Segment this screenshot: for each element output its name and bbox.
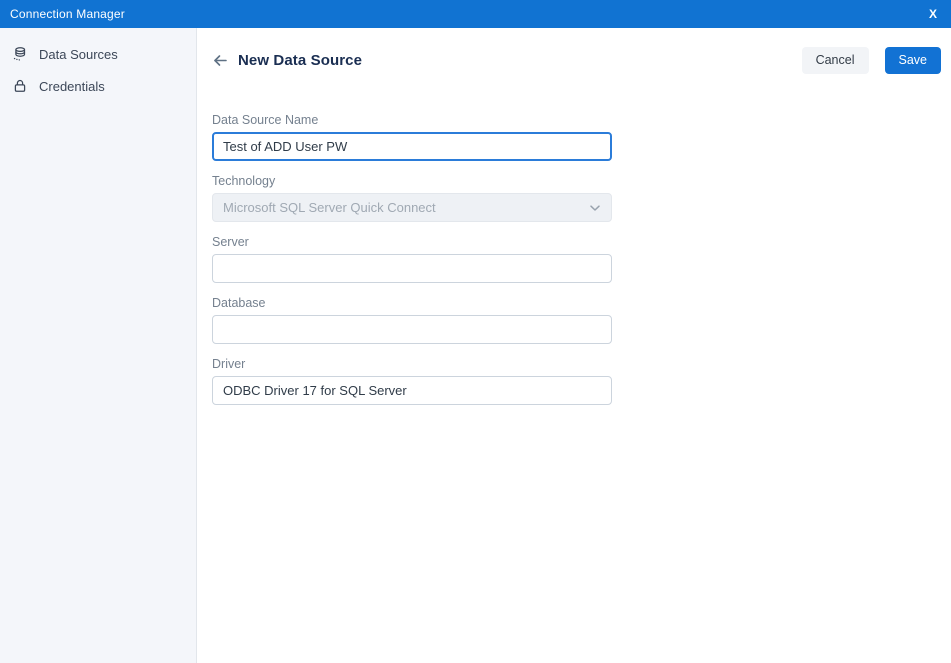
sidebar-item-label: Data Sources	[39, 47, 118, 62]
data-source-name-input[interactable]	[212, 132, 612, 161]
server-input[interactable]	[212, 254, 612, 283]
close-icon[interactable]: X	[925, 6, 941, 22]
connection-manager-window: Connection Manager X Data Sources	[0, 0, 951, 663]
field-data-source-name: Data Source Name	[212, 114, 612, 161]
database-icon	[12, 46, 28, 62]
technology-selected-value: Microsoft SQL Server Quick Connect	[223, 200, 436, 215]
window-title: Connection Manager	[10, 7, 125, 21]
sidebar-item-data-sources[interactable]: Data Sources	[0, 38, 196, 70]
server-label: Server	[212, 236, 612, 249]
lock-icon	[12, 78, 28, 94]
page-title: New Data Source	[238, 52, 362, 69]
database-label: Database	[212, 297, 612, 310]
chevron-down-icon	[589, 204, 601, 212]
driver-label: Driver	[212, 358, 612, 371]
titlebar: Connection Manager X	[0, 0, 951, 28]
technology-select[interactable]: Microsoft SQL Server Quick Connect	[212, 193, 612, 222]
cancel-button[interactable]: Cancel	[802, 47, 869, 74]
sidebar-item-label: Credentials	[39, 79, 105, 94]
field-technology: Technology Microsoft SQL Server Quick Co…	[212, 175, 612, 222]
save-button[interactable]: Save	[885, 47, 942, 74]
new-data-source-form: Data Source Name Technology Microsoft SQ…	[212, 114, 612, 405]
main-content: New Data Source Cancel Save Data Source …	[197, 28, 951, 663]
database-input[interactable]	[212, 315, 612, 344]
field-database: Database	[212, 297, 612, 344]
sidebar: Data Sources Credentials	[0, 28, 197, 663]
back-arrow-icon[interactable]	[212, 53, 229, 68]
technology-label: Technology	[212, 175, 612, 188]
driver-input[interactable]	[212, 376, 612, 405]
content-header: New Data Source Cancel Save	[212, 47, 941, 74]
app-body: Data Sources Credentials	[0, 28, 951, 663]
data-source-name-label: Data Source Name	[212, 114, 612, 127]
field-server: Server	[212, 236, 612, 283]
sidebar-item-credentials[interactable]: Credentials	[0, 70, 196, 102]
field-driver: Driver	[212, 358, 612, 405]
